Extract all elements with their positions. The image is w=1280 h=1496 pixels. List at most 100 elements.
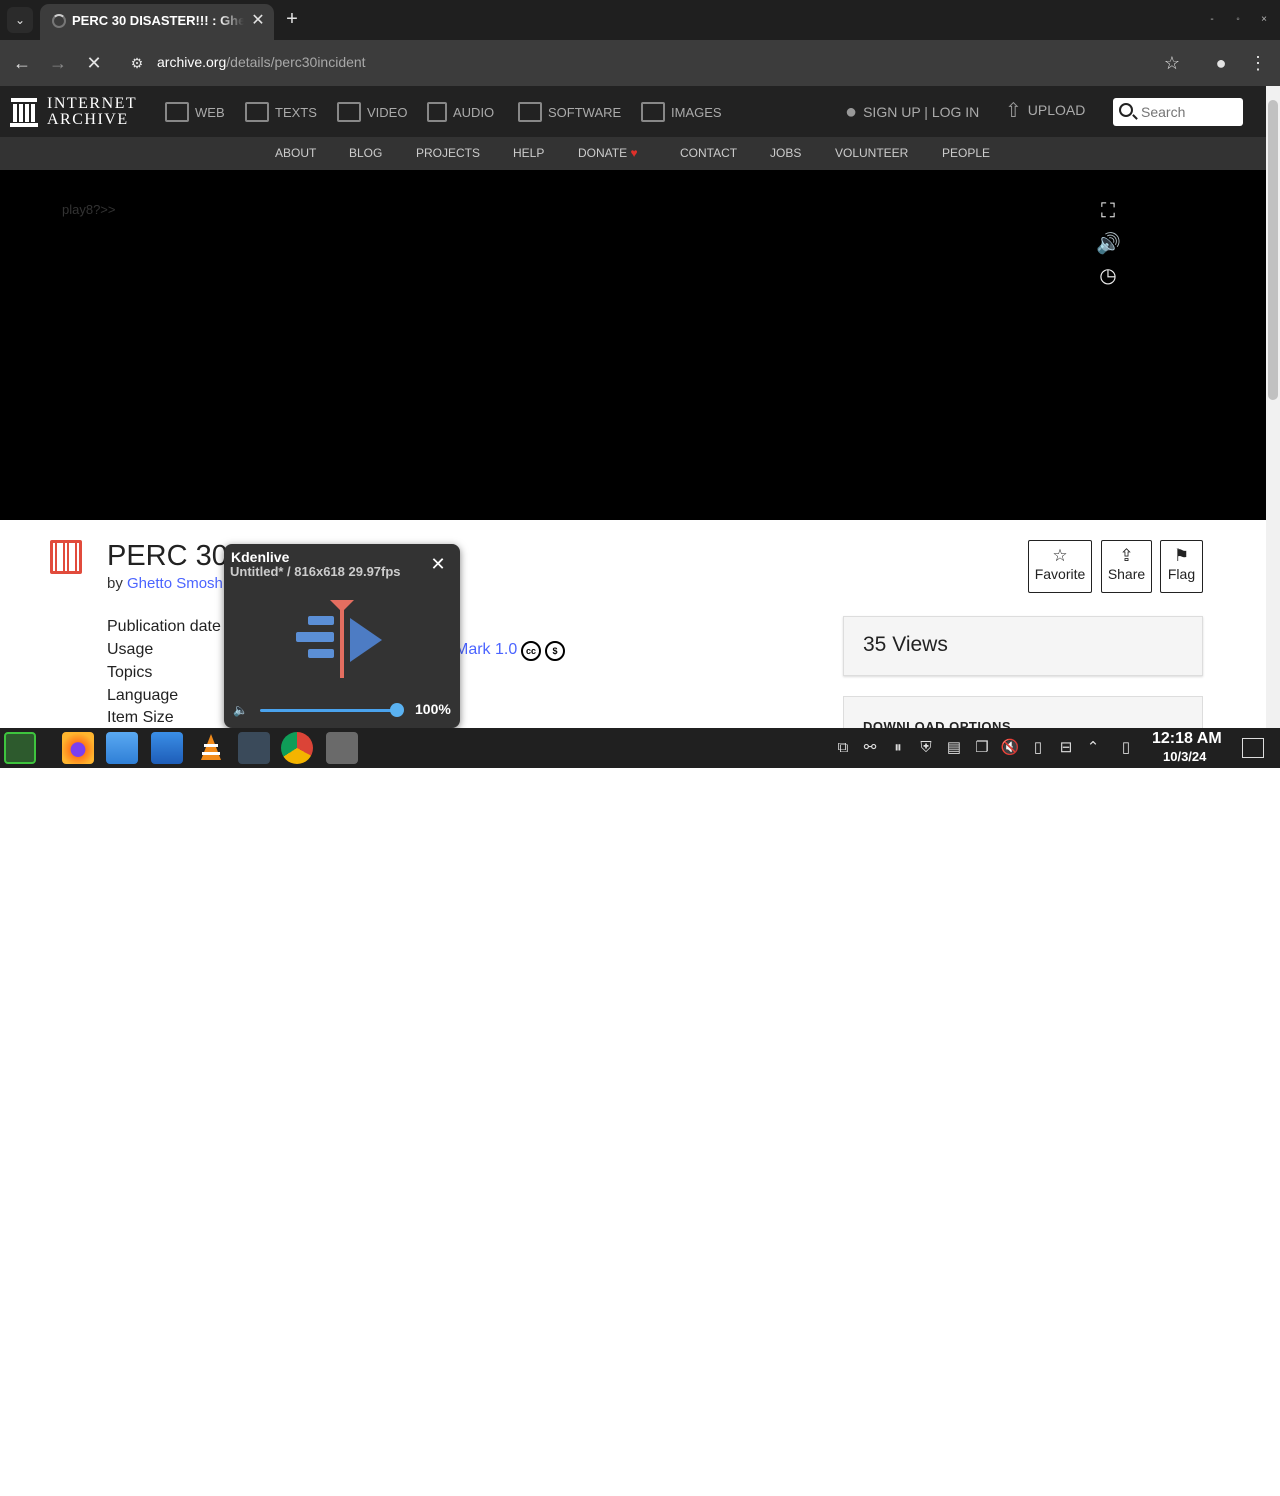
maximize-button[interactable]: ◦ bbox=[1230, 12, 1246, 28]
network-tray-icon[interactable]: ⊟ bbox=[1056, 737, 1076, 759]
nav-audio-label: AUDIO bbox=[453, 104, 495, 120]
back-arrow-icon[interactable]: ← bbox=[11, 52, 33, 74]
tab-active[interactable]: PERC 30 DISASTER!!! : Ghetto Smosh ✕ bbox=[40, 4, 274, 40]
subnav-blog[interactable]: BLOG bbox=[349, 146, 382, 160]
notes-tray-icon[interactable]: ▤ bbox=[944, 737, 964, 759]
app-launcher-icon[interactable] bbox=[4, 732, 36, 764]
share-button[interactable]: ⇪ Share bbox=[1101, 540, 1152, 593]
volume-slider-knob[interactable] bbox=[390, 703, 404, 717]
volume-icon[interactable]: 🔊 bbox=[1096, 232, 1121, 256]
copy-tray-icon[interactable]: ❐ bbox=[972, 737, 992, 759]
loading-spinner-icon bbox=[52, 14, 66, 28]
profile-icon[interactable]: ● bbox=[1210, 52, 1232, 74]
subnav-donate[interactable]: DONATE ♥ bbox=[578, 146, 638, 160]
signup-login-link[interactable]: ● SIGN UP | LOG IN bbox=[845, 100, 979, 124]
upload-label: UPLOAD bbox=[1027, 102, 1086, 118]
firefox-icon[interactable] bbox=[62, 732, 94, 764]
subnav-donate-label: DONATE bbox=[578, 146, 628, 160]
subnav-volunteer[interactable]: VOLUNTEER bbox=[835, 146, 908, 160]
popup-close-button[interactable]: ✕ bbox=[429, 555, 447, 573]
item-details: PERC 30 by Ghetto Smosh Publication date… bbox=[0, 520, 1266, 736]
nav-video[interactable]: VIDEO bbox=[337, 100, 407, 124]
nav-texts[interactable]: TEXTS bbox=[245, 100, 317, 124]
flag-button[interactable]: ⚑ Flag bbox=[1160, 540, 1203, 593]
tab-close-button[interactable]: ✕ bbox=[248, 11, 268, 31]
scrollbar-thumb[interactable] bbox=[1268, 100, 1278, 400]
page-scrollbar[interactable] bbox=[1266, 86, 1280, 728]
movie-film-icon bbox=[50, 540, 82, 574]
speaker-icon bbox=[427, 102, 447, 122]
nav-images-label: IMAGES bbox=[671, 104, 722, 120]
search-box[interactable] bbox=[1113, 98, 1243, 126]
tab-title: PERC 30 DISASTER!!! : Ghetto Smosh bbox=[72, 13, 244, 28]
clock-time[interactable]: 12:18 AM bbox=[1152, 730, 1222, 748]
minimize-button[interactable]: - bbox=[1204, 12, 1220, 28]
forward-arrow-icon[interactable]: → bbox=[47, 52, 69, 74]
active-task-indicator bbox=[335, 1488, 347, 1496]
mute-tray-icon[interactable]: 🔇 bbox=[1000, 737, 1020, 759]
meta-topics: Topics bbox=[107, 664, 153, 681]
chrome-icon[interactable] bbox=[281, 732, 313, 764]
meta-item-size: Item Size bbox=[107, 709, 174, 726]
film-icon bbox=[337, 102, 361, 122]
shield-tray-icon[interactable]: ⛨ bbox=[916, 737, 936, 759]
address-bar[interactable]: archive.org/details/perc30incident bbox=[157, 54, 366, 70]
subnav-projects[interactable]: PROJECTS bbox=[416, 146, 480, 160]
logo-line1: INTERNET bbox=[47, 95, 138, 112]
logo-line2: ARCHIVE bbox=[47, 111, 129, 128]
software-store-icon[interactable] bbox=[151, 732, 183, 764]
share-icon: ⇪ bbox=[1119, 546, 1134, 565]
by-prefix: by bbox=[107, 575, 123, 592]
show-desktop-icon[interactable] bbox=[1242, 738, 1264, 758]
author-link[interactable]: Ghetto Smosh bbox=[127, 575, 223, 592]
views-box: 35 Views bbox=[843, 616, 1203, 676]
subnav-jobs[interactable]: JOBS bbox=[770, 146, 801, 160]
license-link[interactable]: Mark 1.0 bbox=[455, 641, 517, 659]
clipboard-tray-icon[interactable]: ⧉ bbox=[833, 737, 853, 759]
nav-software[interactable]: SOFTWARE bbox=[518, 100, 621, 124]
meta-language: Language bbox=[107, 687, 179, 704]
nav-web[interactable]: WEB bbox=[165, 100, 225, 124]
user-icon: ● bbox=[845, 100, 858, 123]
video-player[interactable]: play8?>> ⛶ 🔊 ◷ bbox=[0, 170, 1266, 520]
vlc-icon[interactable] bbox=[195, 732, 227, 764]
system-taskbar: ⧉ ⚯ ⏸ ⛨ ▤ ❐ 🔇 ▯ ⊟ ⌃ ▯ 12:18 AM 10/3/24 bbox=[0, 728, 1280, 1496]
kdenlive-task-icon[interactable] bbox=[326, 732, 358, 764]
tray-expand-icon[interactable]: ⌃ bbox=[1083, 737, 1103, 759]
system-settings-icon[interactable] bbox=[238, 732, 270, 764]
clock-date[interactable]: 10/3/24 bbox=[1163, 749, 1206, 764]
nav-audio[interactable]: AUDIO bbox=[427, 100, 494, 124]
subnav-help[interactable]: HELP bbox=[513, 146, 544, 160]
browser-tab-strip: ⌄ PERC 30 DISASTER!!! : Ghetto Smosh ✕ +… bbox=[0, 0, 1280, 40]
fullscreen-icon[interactable]: ⛶ bbox=[1096, 199, 1120, 223]
site-info-icon[interactable]: ⚙ bbox=[126, 52, 148, 74]
file-manager-icon[interactable] bbox=[106, 732, 138, 764]
upload-link[interactable]: ⇧ UPLOAD bbox=[1005, 98, 1085, 122]
browser-toolbar: ← → ✕ ⚙ archive.org/details/perc30incide… bbox=[0, 40, 1280, 86]
search-input[interactable] bbox=[1141, 102, 1237, 122]
url-host: archive.org bbox=[157, 54, 227, 70]
popup-app-name: Kdenlive bbox=[231, 549, 290, 565]
web-icon bbox=[165, 102, 189, 122]
ia-sub-nav: ABOUT BLOG PROJECTS HELP DONATE ♥ CONTAC… bbox=[0, 137, 1266, 170]
favorite-button[interactable]: ☆ Favorite bbox=[1028, 540, 1092, 593]
browser-menu-icon[interactable]: ⋮ bbox=[1247, 52, 1269, 74]
clock-icon[interactable]: ◷ bbox=[1096, 264, 1120, 288]
phone-tray-icon[interactable]: ▯ bbox=[1116, 737, 1136, 759]
nav-images[interactable]: IMAGES bbox=[641, 100, 722, 124]
connect-tray-icon[interactable]: ⚯ bbox=[860, 737, 880, 759]
volume-slider-track[interactable] bbox=[260, 709, 400, 712]
subnav-people[interactable]: PEOPLE bbox=[942, 146, 990, 160]
pause-tray-icon[interactable]: ⏸ bbox=[888, 737, 908, 759]
close-window-button[interactable]: × bbox=[1256, 12, 1272, 28]
ia-logo[interactable]: INTERNET ARCHIVE bbox=[10, 96, 140, 128]
bookmark-star-icon[interactable]: ☆ bbox=[1161, 52, 1183, 74]
tab-search-button[interactable]: ⌄ bbox=[7, 7, 33, 33]
nav-software-label: SOFTWARE bbox=[548, 104, 622, 120]
subnav-about[interactable]: ABOUT bbox=[275, 146, 316, 160]
battery-tray-icon[interactable]: ▯ bbox=[1028, 737, 1048, 759]
share-label: Share bbox=[1107, 566, 1146, 582]
new-tab-button[interactable]: + bbox=[281, 8, 303, 30]
stop-loading-icon[interactable]: ✕ bbox=[83, 52, 105, 74]
subnav-contact[interactable]: CONTACT bbox=[680, 146, 737, 160]
